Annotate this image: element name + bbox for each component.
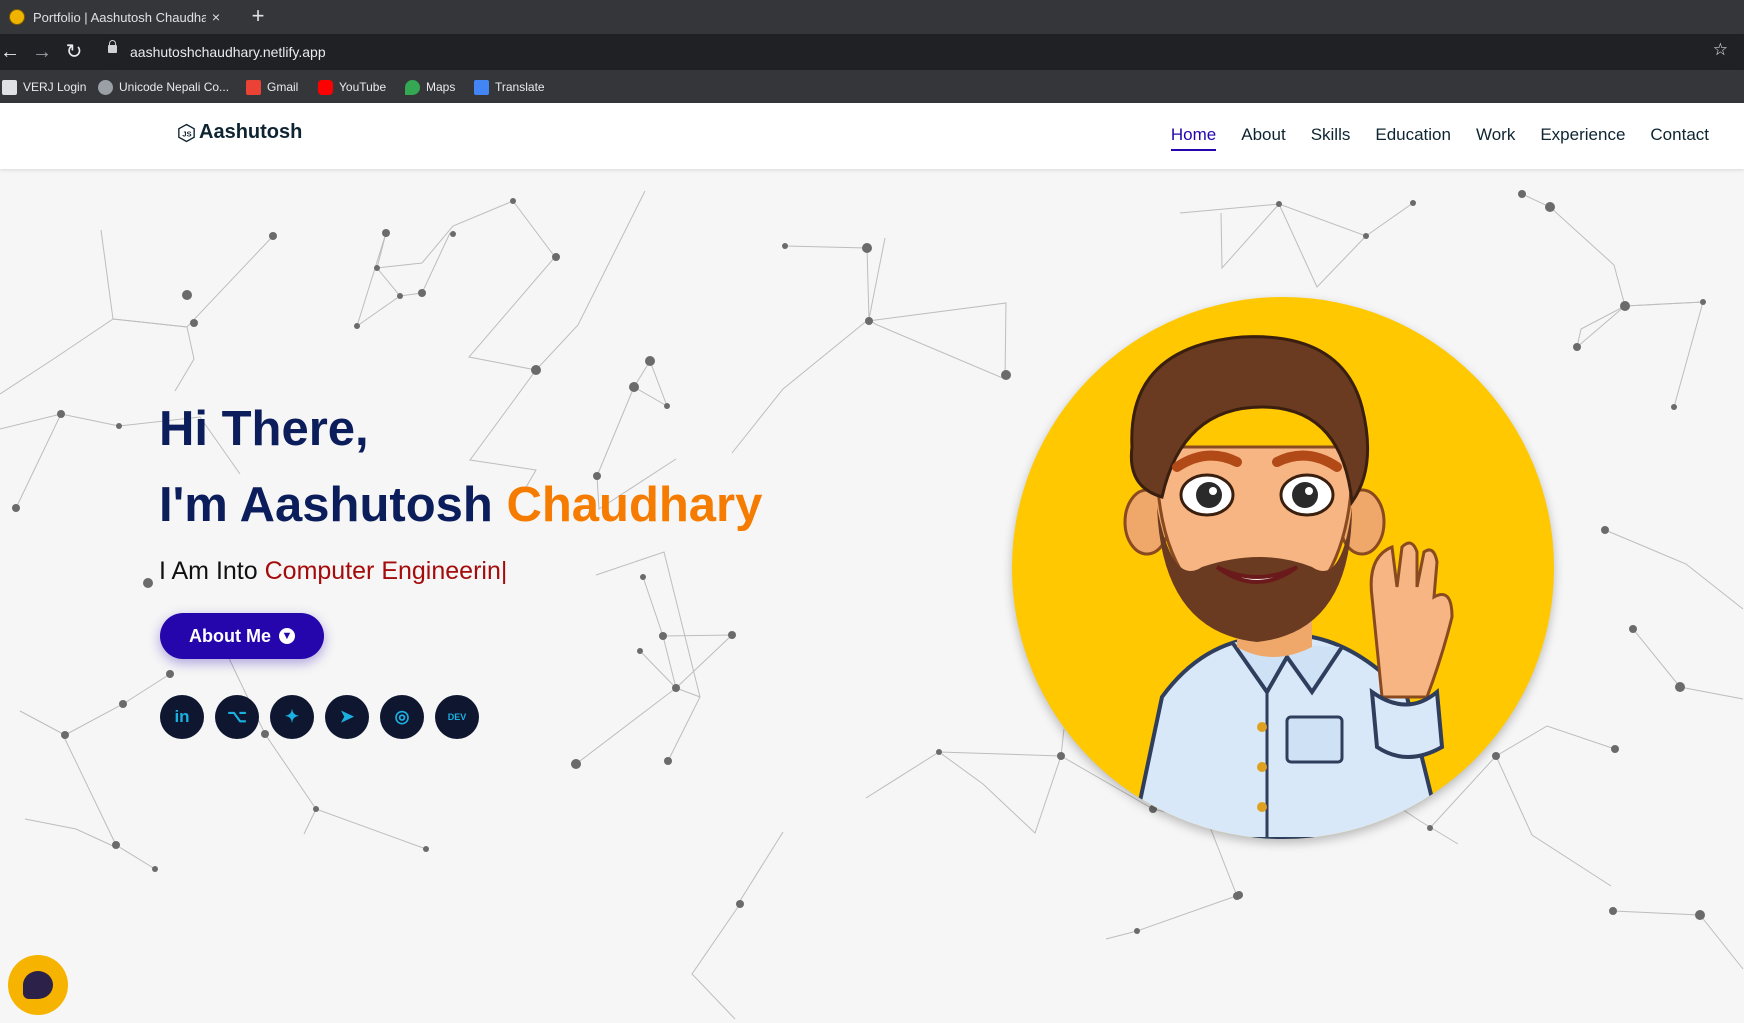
- lock-icon: [108, 40, 117, 53]
- name-highlight: Chaudhary: [506, 478, 763, 532]
- arrow-down-circle-icon: ▼: [278, 628, 295, 644]
- hero-name: I'm Aashutosh Chaudhary: [159, 475, 762, 535]
- browser-tab[interactable]: Portfolio | Aashutosh Chaudhary ×: [0, 0, 232, 34]
- tab-title: Portfolio | Aashutosh Chaudhary: [33, 9, 206, 25]
- doc-icon: [2, 79, 17, 95]
- back-icon[interactable]: ←: [0, 40, 22, 64]
- nav-skills[interactable]: Skills: [1311, 125, 1351, 145]
- url-text[interactable]: aashutoshchaudhary.netlify.app: [130, 44, 326, 60]
- telegram-icon[interactable]: ➤: [325, 695, 369, 739]
- maps-icon: [405, 79, 420, 95]
- name-prefix: I'm Aashutosh: [159, 478, 507, 532]
- nav-contact[interactable]: Contact: [1650, 125, 1709, 145]
- hero-greeting: Hi There,: [159, 402, 369, 456]
- nav-experience[interactable]: Experience: [1540, 125, 1625, 145]
- about-me-label: About Me: [189, 625, 271, 646]
- gmail-icon: [246, 79, 261, 95]
- nav-home[interactable]: Home: [1170, 125, 1217, 151]
- bookmark-label: VERJ Login: [23, 80, 87, 94]
- typed-text: Computer Engineerin|: [264, 557, 508, 585]
- bookmark-star-icon[interactable]: ☆: [1713, 40, 1728, 60]
- translate-icon: [474, 79, 489, 95]
- bookmark-label: YouTube: [339, 80, 387, 94]
- svg-text:JS: JS: [182, 129, 191, 138]
- bookmarks-bar: VERJ Login Unicode Nepali Co... Gmail Yo…: [0, 70, 1744, 103]
- nav-work[interactable]: Work: [1476, 125, 1515, 145]
- nav-about[interactable]: About: [1241, 125, 1285, 145]
- chat-widget-button[interactable]: [8, 955, 68, 1015]
- new-tab-button[interactable]: +: [246, 4, 270, 28]
- profile-avatar: [1012, 297, 1554, 839]
- twitter-icon[interactable]: ✦: [270, 695, 314, 739]
- tab-close-icon[interactable]: ×: [206, 9, 226, 25]
- avatar-illustration: [1123, 335, 1454, 839]
- bookmark-maps[interactable]: Maps: [405, 77, 455, 97]
- bookmark-label: Gmail: [267, 80, 299, 94]
- logo-text: Aashutosh: [199, 121, 303, 143]
- main-nav: Home About Skills Education Work Experie…: [1170, 125, 1709, 151]
- chat-icon: [23, 971, 53, 999]
- about-me-button[interactable]: About Me ▼: [160, 613, 324, 659]
- linkedin-icon[interactable]: in: [160, 695, 204, 739]
- browser-tab-strip: Portfolio | Aashutosh Chaudhary × +: [0, 0, 1744, 34]
- reload-icon[interactable]: ↻: [62, 40, 86, 64]
- bookmark-label: Unicode Nepali Co...: [119, 80, 230, 94]
- site-header: JS Aashutosh Home About Skills Education…: [0, 103, 1744, 169]
- social-links: in ⌥ ✦ ➤ ◎ DEV: [160, 695, 479, 739]
- browser-toolbar: ← → ↻ aashutoshchaudhary.netlify.app ☆: [0, 34, 1744, 70]
- dev-icon[interactable]: DEV: [435, 695, 479, 739]
- youtube-icon: [318, 79, 333, 95]
- instagram-icon[interactable]: ◎: [380, 695, 424, 739]
- typed-line: I Am Into Computer Engineerin|: [159, 557, 507, 586]
- bookmark-label: Maps: [426, 80, 456, 94]
- favicon-icon: [9, 9, 25, 25]
- site-logo[interactable]: JS Aashutosh: [178, 121, 302, 144]
- globe-icon: [98, 79, 113, 95]
- nav-education[interactable]: Education: [1375, 125, 1451, 145]
- bookmark-gmail[interactable]: Gmail: [246, 77, 298, 97]
- forward-icon[interactable]: →: [30, 40, 54, 64]
- bookmark-youtube[interactable]: YouTube: [318, 77, 386, 97]
- bookmark-translate[interactable]: Translate: [474, 77, 545, 97]
- bookmark-label: Translate: [495, 80, 545, 94]
- github-icon[interactable]: ⌥: [215, 695, 259, 739]
- bookmark-verj-login[interactable]: VERJ Login: [2, 77, 86, 97]
- nodejs-icon: JS: [178, 123, 195, 142]
- hero-section: Hi There, I'm Aashutosh Chaudhary I Am I…: [0, 169, 1744, 1023]
- bookmark-unicode-nepali[interactable]: Unicode Nepali Co...: [98, 77, 229, 97]
- typed-prefix: I Am Into: [159, 557, 265, 585]
- address-bar[interactable]: aashutoshchaudhary.netlify.app ☆: [100, 38, 1736, 66]
